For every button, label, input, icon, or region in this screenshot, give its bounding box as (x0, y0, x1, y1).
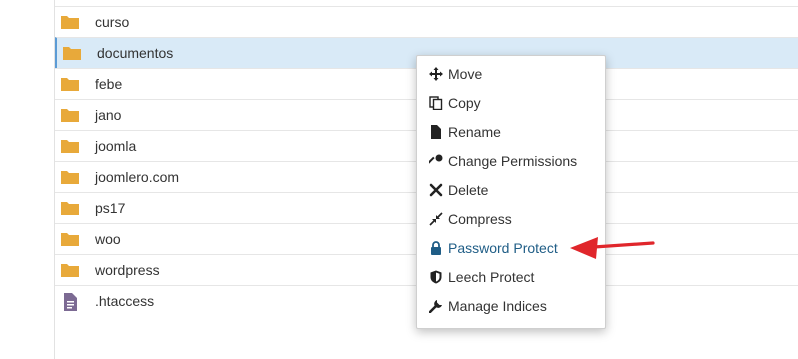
menu-item-move[interactable]: Move (417, 61, 605, 89)
menu-item-compress[interactable]: Compress (417, 206, 605, 234)
menu-item-rename[interactable]: Rename (417, 119, 605, 147)
folder-icon (60, 169, 80, 185)
file-row-curso[interactable]: curso (55, 6, 798, 37)
shield-icon (429, 270, 443, 284)
file-name: .htaccess (95, 293, 155, 309)
context-menu: Move Copy Rename Change Permissions Dele… (416, 55, 606, 329)
compress-icon (429, 212, 443, 226)
key-icon (427, 154, 443, 168)
file-name: wordpress (95, 262, 160, 278)
file-name: joomlero.com (95, 169, 180, 185)
menu-item-delete[interactable]: Delete (417, 177, 605, 205)
folder-icon (60, 200, 80, 216)
file-icon (60, 293, 80, 311)
file-name: woo (95, 231, 121, 247)
file-name: ps17 (95, 200, 126, 216)
file-name: febe (95, 76, 123, 92)
folder-icon (60, 231, 80, 247)
close-icon (429, 183, 443, 197)
file-name: curso (95, 14, 130, 30)
left-panel (0, 0, 55, 359)
file-name: joomla (95, 138, 137, 154)
folder-icon (60, 138, 80, 154)
wrench-icon (428, 299, 443, 314)
move-icon (429, 67, 443, 81)
menu-item-copy[interactable]: Copy (417, 90, 605, 118)
folder-icon (62, 45, 82, 61)
folder-icon (60, 262, 80, 278)
file-icon (429, 125, 443, 139)
file-name: jano (95, 107, 122, 123)
lock-icon (429, 241, 443, 255)
annotation-arrow-icon (570, 237, 655, 259)
folder-icon (60, 107, 80, 123)
copy-icon (429, 96, 443, 111)
menu-item-manage-indices[interactable]: Manage Indices (417, 293, 605, 321)
folder-icon (60, 14, 80, 30)
menu-item-change-permissions[interactable]: Change Permissions (417, 148, 605, 176)
folder-icon (60, 76, 80, 92)
menu-item-leech-protect[interactable]: Leech Protect (417, 264, 605, 292)
file-name: documentos (97, 45, 174, 61)
